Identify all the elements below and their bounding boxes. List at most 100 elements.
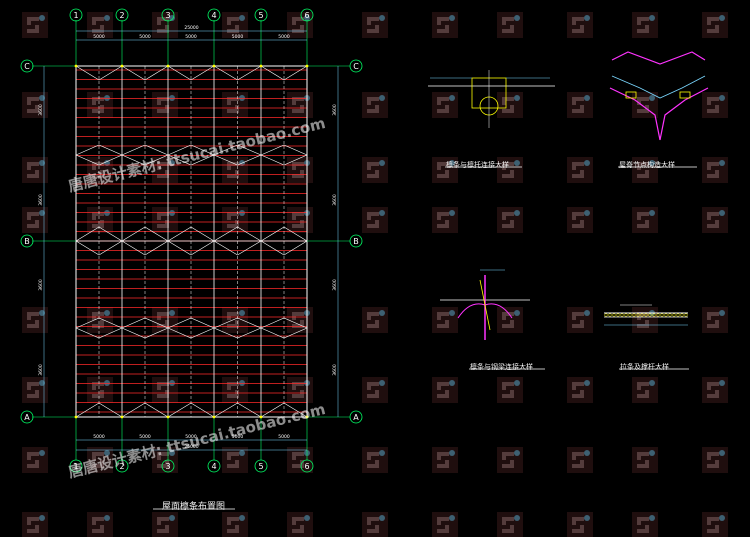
logo-icon-dot: [514, 380, 520, 386]
logo-icon-frame: [152, 512, 178, 537]
dim-text-right-seg: 3600: [332, 104, 338, 116]
logo-icon-dot: [449, 15, 455, 21]
logo-icon-dot: [719, 380, 725, 386]
logo-icon-dot: [169, 515, 175, 521]
brace-line: [121, 65, 146, 81]
logo-icon-dot: [239, 15, 245, 21]
dim-text-top-total: 25000: [184, 25, 198, 31]
detail-3-title: 檩条与钢梁连接大样: [470, 363, 533, 371]
logo-icon: [702, 157, 728, 183]
logo-icon: [432, 92, 458, 118]
brace-line: [283, 65, 308, 81]
logo-icon-dot: [169, 95, 175, 101]
logo-icon-dot: [449, 95, 455, 101]
logo-icon-dot: [104, 210, 110, 216]
logo-icon-dot: [239, 95, 245, 101]
detail-1-title: 檩条与檩托连接大样: [446, 161, 509, 169]
dim-text-top-seg: 5000: [278, 34, 290, 40]
dim-text-right-seg: 3600: [332, 279, 338, 291]
logo-icon: [152, 92, 178, 118]
dim-text-right-seg: 3600: [332, 364, 338, 376]
axis-label-bottom: 3: [165, 462, 170, 471]
detail-4-thread: [620, 313, 624, 317]
node-marker: [166, 415, 170, 419]
logo-icon: [287, 207, 313, 233]
logo-icon: [702, 12, 728, 38]
logo-icon-dot: [39, 450, 45, 456]
dim-text-top-seg: 5000: [185, 34, 197, 40]
logo-icon: [702, 512, 728, 537]
detail-4-thread: [616, 313, 620, 317]
logo-icon-dot: [514, 210, 520, 216]
logo-icon: [222, 207, 248, 233]
brace-line: [98, 402, 123, 418]
axis-label-top: 4: [211, 11, 216, 20]
logo-icon: [432, 207, 458, 233]
logo-icon-dot: [514, 450, 520, 456]
logo-icon: [567, 307, 593, 333]
logo-icon-dot: [379, 310, 385, 316]
logo-icon: [152, 377, 178, 403]
logo-icon-dot: [719, 310, 725, 316]
logo-icon-dot: [104, 95, 110, 101]
logo-icon-frame: [497, 512, 523, 537]
logo-icon: [222, 157, 248, 183]
logo-icon: [702, 447, 728, 473]
dim-text-bottom-seg: 5000: [139, 434, 151, 440]
logo-icon-dot: [449, 380, 455, 386]
dim-text-bottom-seg: 5000: [278, 434, 290, 440]
logo-icon: [362, 157, 388, 183]
brace-line: [75, 65, 100, 81]
logo-icon-frame: [432, 512, 458, 537]
logo-icon-dot: [169, 310, 175, 316]
node-marker: [74, 415, 78, 419]
logo-icon-dot: [39, 15, 45, 21]
logo-icon: [702, 377, 728, 403]
logo-icon-dot: [584, 15, 590, 21]
logo-icon: [222, 377, 248, 403]
logo-icon-dot: [169, 380, 175, 386]
logo-icon: [632, 377, 658, 403]
brace-line: [190, 65, 215, 81]
logo-icon-dot: [379, 95, 385, 101]
brace-line: [144, 65, 169, 81]
logo-icon-dot: [649, 515, 655, 521]
logo-icon: [362, 377, 388, 403]
logo-icon-dot: [514, 15, 520, 21]
axis-label-bottom: 5: [258, 462, 263, 471]
axis-label-bottom: 4: [211, 462, 216, 471]
detail-4-thread: [680, 313, 684, 317]
brace-line: [167, 65, 192, 81]
logo-icon-dot: [304, 515, 310, 521]
logo-icon: [362, 12, 388, 38]
brace-line: [237, 226, 262, 242]
dim-text-left-seg: 3600: [38, 279, 44, 291]
logo-icon: [432, 12, 458, 38]
logo-icon-dot: [514, 310, 520, 316]
logo-icon: [632, 447, 658, 473]
logo-icon-frame: [287, 512, 313, 537]
logo-icon: [432, 512, 458, 537]
brace-line: [144, 402, 169, 418]
logo-icon-dot: [584, 310, 590, 316]
detail-1: [428, 70, 555, 168]
node-marker: [212, 415, 216, 419]
node-marker: [212, 64, 216, 68]
brace-line: [260, 240, 285, 256]
logo-icon-dot: [649, 15, 655, 21]
brace-line: [237, 240, 262, 256]
brace-line: [167, 240, 192, 256]
logo-icon-frame: [362, 512, 388, 537]
logo-icon: [287, 307, 313, 333]
brace-line: [75, 240, 100, 256]
detail-4-thread: [608, 313, 612, 317]
logo-icon-frame: [632, 512, 658, 537]
logo-icon: [567, 447, 593, 473]
node-marker: [259, 64, 263, 68]
logo-icon: [287, 92, 313, 118]
brace-line: [213, 65, 238, 81]
logo-icon: [432, 307, 458, 333]
logo-icon: [497, 12, 523, 38]
logo-icon: [222, 512, 248, 537]
logo-icon-dot: [719, 95, 725, 101]
